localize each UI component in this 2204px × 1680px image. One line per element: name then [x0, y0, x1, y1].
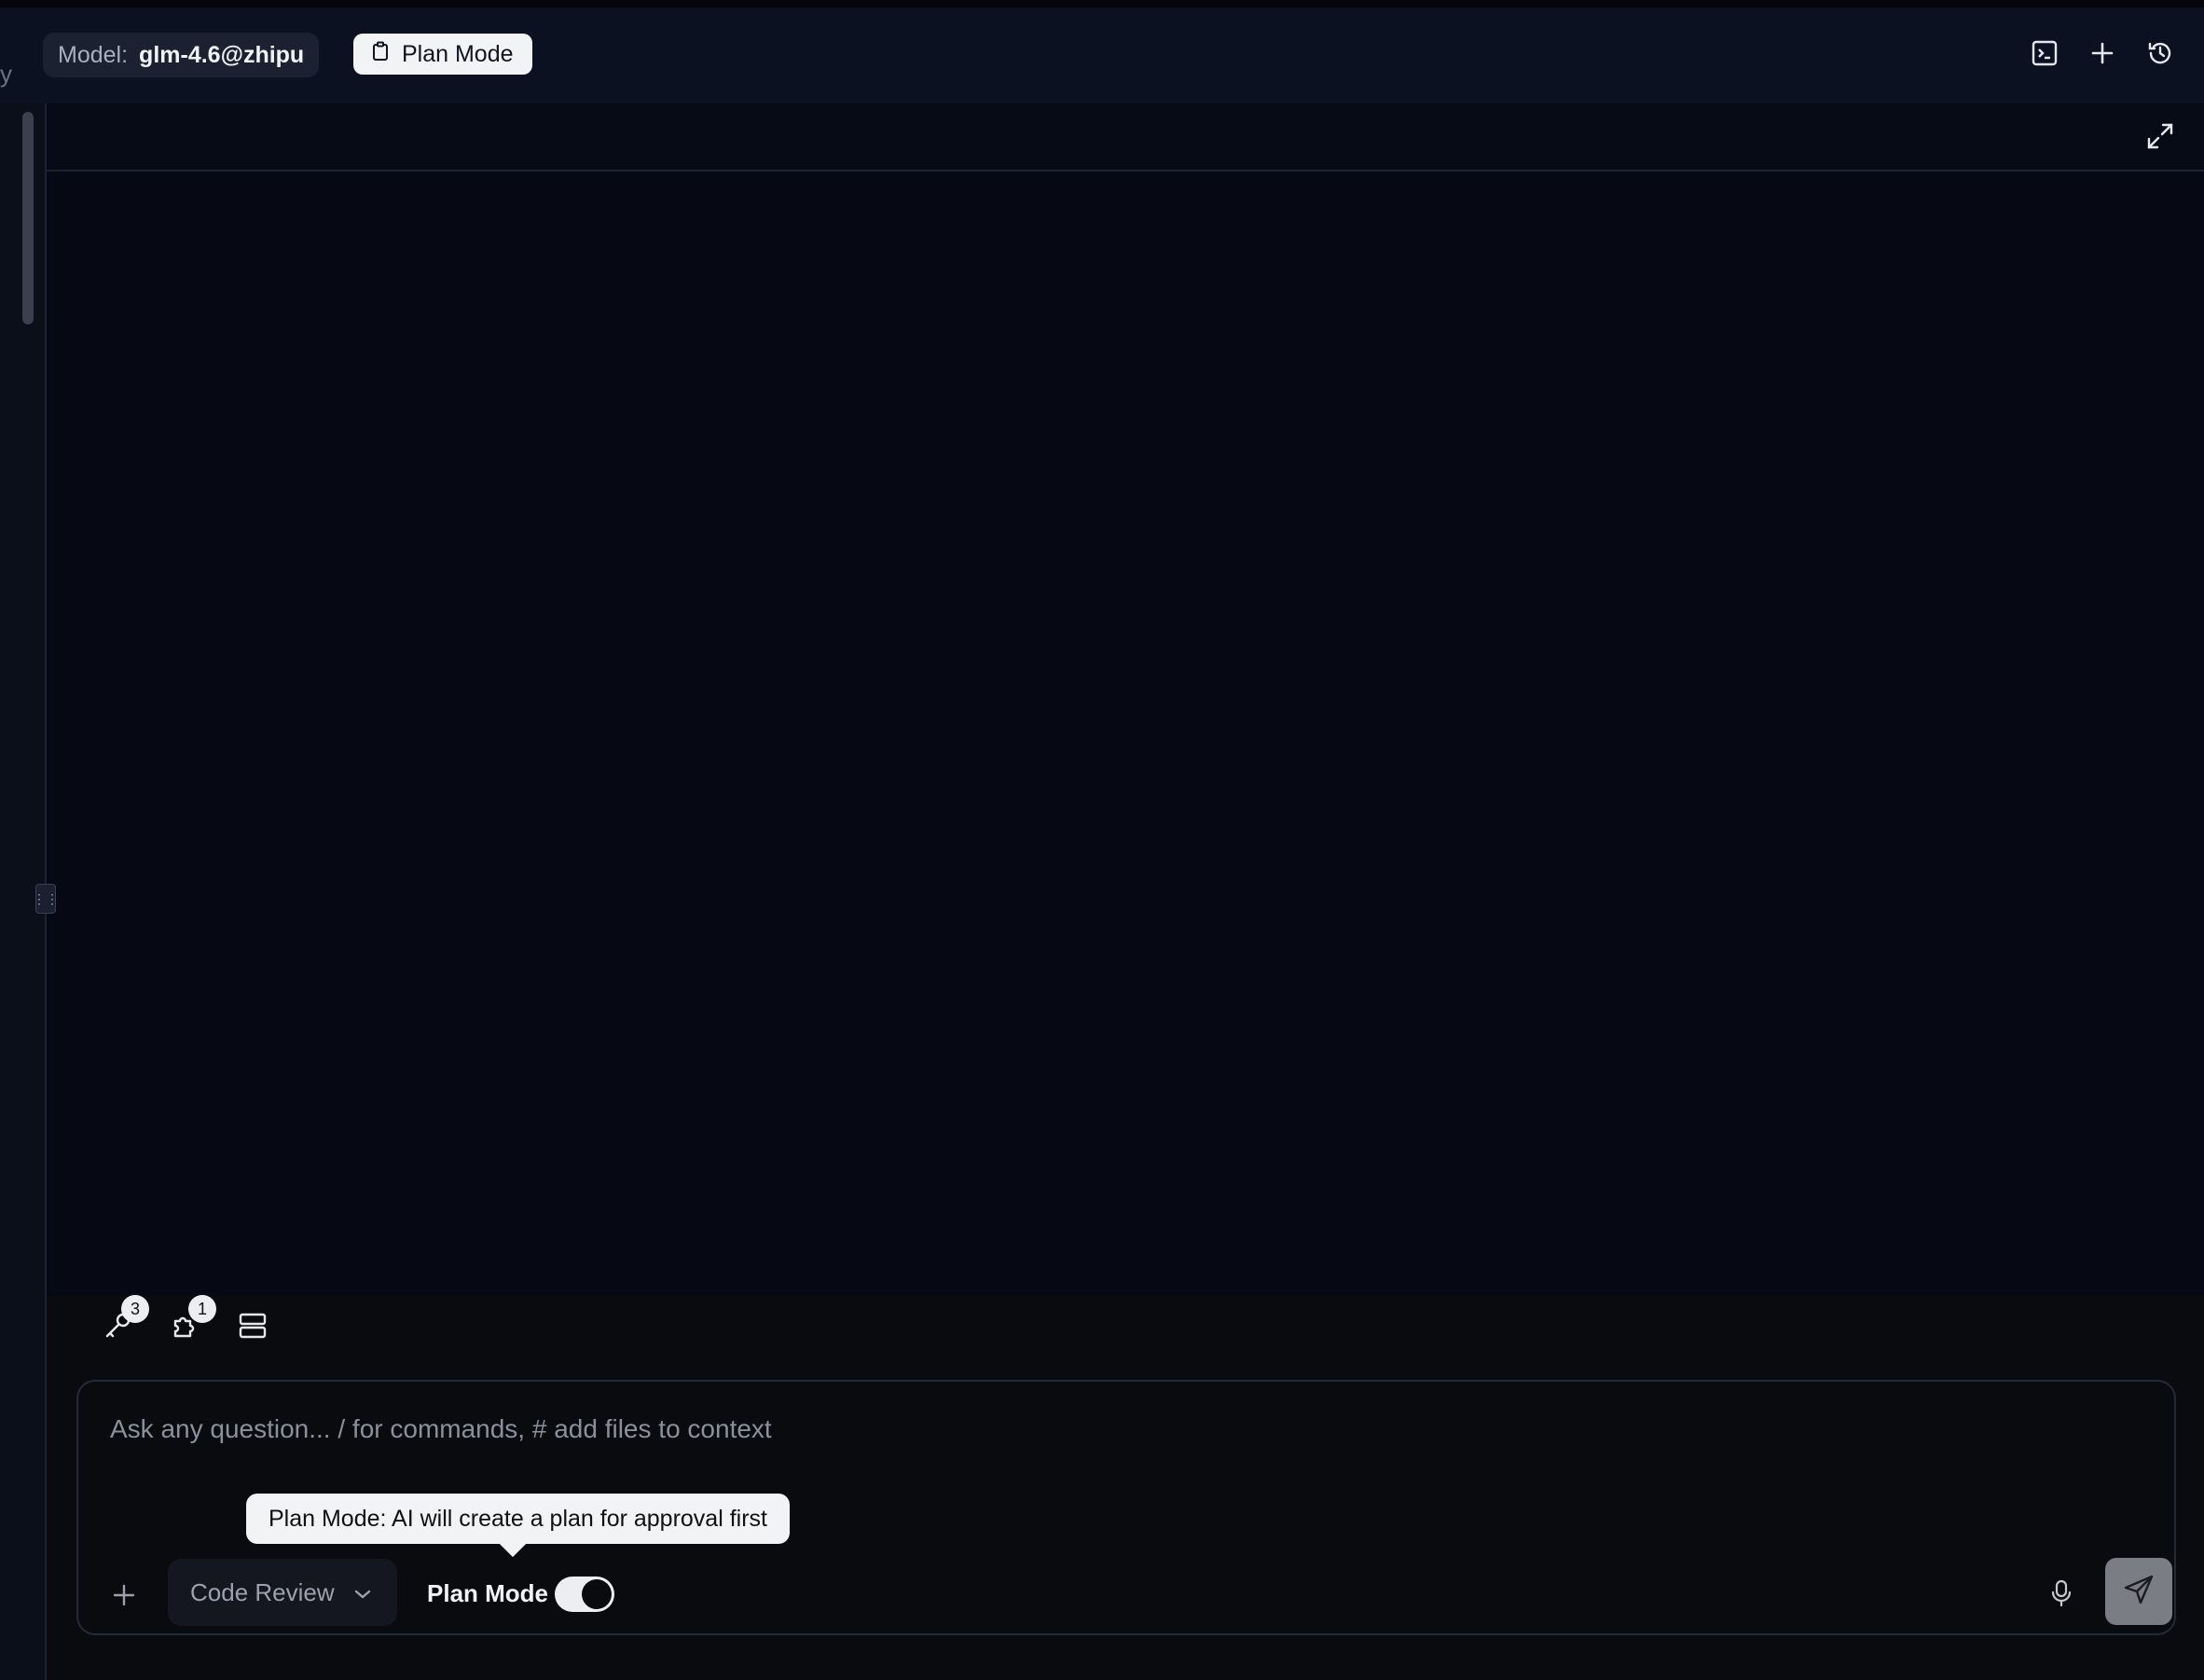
server-icon: [237, 1313, 269, 1345]
extensions-badge: 1: [188, 1295, 216, 1323]
tools-icon: [103, 1313, 134, 1345]
edge-text: y: [0, 60, 12, 88]
terminal-icon[interactable]: [2029, 37, 2060, 69]
clipboard-icon: [372, 41, 389, 68]
plan-mode-toggle[interactable]: [555, 1577, 614, 1612]
mode-select[interactable]: Code Review: [168, 1559, 397, 1626]
plan-mode-button-label: Plan Mode: [402, 40, 514, 67]
model-value: glm-4.6@zhipu: [139, 41, 305, 68]
plan-mode-label: Plan Mode: [427, 1579, 549, 1607]
drag-handle-icon[interactable]: ⋮⋮: [33, 884, 59, 914]
tools-button[interactable]: 3: [103, 1295, 149, 1345]
model-label: Model:: [58, 41, 129, 68]
mode-select-value: Code Review: [190, 1577, 335, 1606]
toggle-knob: [582, 1579, 612, 1609]
server-button[interactable]: [237, 1310, 269, 1342]
send-button[interactable]: [2105, 1558, 2172, 1625]
plan-mode-button[interactable]: Plan Mode: [353, 34, 532, 75]
puzzle-icon: [170, 1316, 201, 1345]
history-icon[interactable]: [2144, 37, 2176, 69]
expand-icon[interactable]: [2144, 120, 2176, 152]
composer-toolbar: 3 1: [56, 1295, 269, 1345]
plus-icon: [112, 1583, 136, 1612]
add-context-button[interactable]: [106, 1579, 142, 1615]
new-chat-plus-icon[interactable]: [2087, 37, 2118, 69]
panel-subheader: [47, 103, 2204, 172]
chat-header: y Model: glm-4.6@zhipu Plan Mode: [0, 7, 2204, 105]
mic-icon[interactable]: [2046, 1577, 2077, 1609]
tools-badge: 3: [121, 1295, 149, 1323]
message-input[interactable]: [108, 1413, 2116, 1445]
model-selector[interactable]: Model: glm-4.6@zhipu: [43, 33, 320, 77]
tooltip-text: Plan Mode: AI will create a plan for app…: [269, 1505, 767, 1532]
message-composer: Plan Mode: AI will create a plan for app…: [76, 1380, 2176, 1635]
extensions-button[interactable]: 1: [170, 1295, 216, 1345]
scrollbar-thumb[interactable]: [22, 112, 34, 324]
header-actions: [2029, 37, 2176, 69]
plan-mode-tooltip: Plan Mode: AI will create a plan for app…: [246, 1494, 790, 1544]
window-top-strip: [0, 0, 2204, 7]
send-icon: [2122, 1573, 2156, 1611]
chevron-down-icon: [353, 1578, 372, 1607]
